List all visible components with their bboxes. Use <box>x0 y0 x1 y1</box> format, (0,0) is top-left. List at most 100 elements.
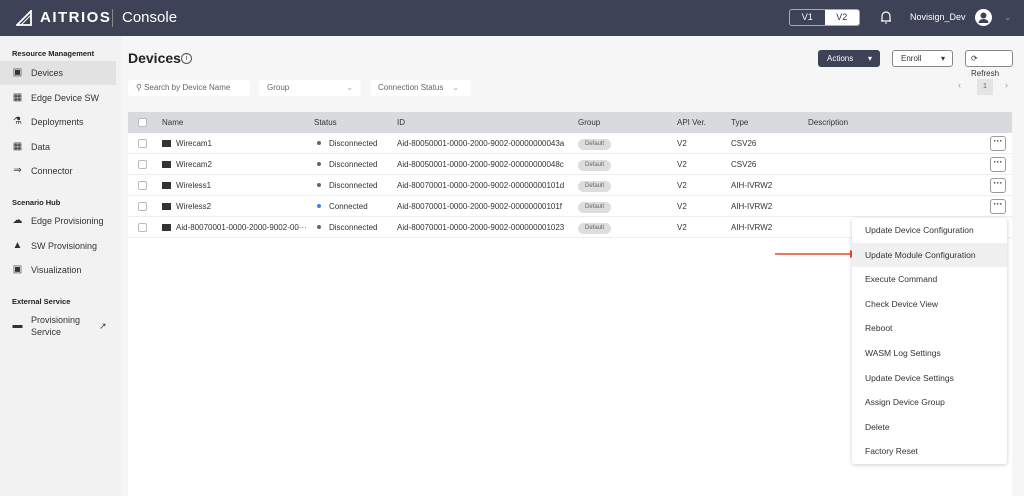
status-dot-icon <box>317 204 321 208</box>
sidebar-item-provisioning-service[interactable]: ▬ Provisioning Service ↗ <box>0 311 116 341</box>
device-group: Default <box>578 196 612 217</box>
search-icon: ⚲ <box>136 83 142 92</box>
version-toggle[interactable]: V1 V2 <box>789 9 860 26</box>
device-name[interactable]: Aid-80070001-0000-2000-9002-00··· <box>162 217 307 238</box>
sidebar-item-label: Edge Provisioning <box>31 216 104 226</box>
more-options-button[interactable]: ··· <box>990 178 1006 193</box>
table-row[interactable]: Wireless1 Disconnected Aid-80070001-0000… <box>128 175 1012 196</box>
col-api-ver[interactable]: API Ver. <box>677 112 706 133</box>
caret-down-icon: ▾ <box>867 54 872 63</box>
device-api-ver: V2 <box>677 223 687 232</box>
more-options-button[interactable]: ··· <box>990 136 1006 151</box>
device-icon <box>162 182 171 189</box>
device-api-ver: V2 <box>677 139 687 148</box>
avatar-icon[interactable] <box>975 9 992 26</box>
prev-page-button[interactable]: ‹ <box>958 80 961 90</box>
actions-button[interactable]: Actions ▾ <box>818 50 880 67</box>
sidebar-item-sw-provisioning[interactable]: ▲ SW Provisioning <box>0 234 116 258</box>
device-status: Disconnected <box>317 217 377 238</box>
col-name[interactable]: Name <box>162 112 183 133</box>
menu-item-assign-device-group[interactable]: Assign Device Group <box>852 390 1007 415</box>
enroll-button[interactable]: Enroll ▾ <box>892 50 953 67</box>
select-all-checkbox[interactable] <box>138 118 147 127</box>
menu-item-wasm-log-settings[interactable]: WASM Log Settings <box>852 341 1007 366</box>
group-badge: Default <box>578 160 612 171</box>
group-badge: Default <box>578 223 612 234</box>
row-checkbox[interactable] <box>138 139 147 148</box>
search-input[interactable]: ⚲ Search by Device Name <box>128 80 250 96</box>
page-number[interactable]: 1 <box>977 79 993 95</box>
user-name[interactable]: Novisign_Dev <box>910 12 966 22</box>
menu-item-factory-reset[interactable]: Factory Reset <box>852 439 1007 464</box>
version-v2[interactable]: V2 <box>824 10 859 25</box>
device-name[interactable]: Wireless1 <box>162 175 211 196</box>
col-description[interactable]: Description <box>808 112 848 133</box>
hierarchy-icon: ⚗ <box>13 116 22 127</box>
sidebar-item-data[interactable]: ▦ Data <box>0 135 116 159</box>
device-type: AIH-IVRW2 <box>731 181 773 190</box>
device-icon <box>162 224 171 231</box>
row-checkbox[interactable] <box>138 223 147 232</box>
sidebar-item-label: Devices <box>31 68 64 78</box>
device-name[interactable]: Wireless2 <box>162 196 211 217</box>
sidebar-item-devices[interactable]: ▣ Devices <box>0 61 116 85</box>
connection-status-filter[interactable]: Connection Status ⌄ <box>370 80 471 96</box>
sidebar-item-label: SW Provisioning <box>31 241 98 251</box>
sidebar-item-label: Data <box>31 142 51 152</box>
table-row[interactable]: Wireless2 Connected Aid-80070001-0000-20… <box>128 196 1012 217</box>
group-filter[interactable]: Group ⌄ <box>259 80 361 96</box>
next-page-button[interactable]: › <box>1005 80 1008 90</box>
status-dot-icon <box>317 141 321 145</box>
sidebar-item-label: Connector <box>31 166 73 176</box>
col-id[interactable]: ID <box>397 112 405 133</box>
more-options-button[interactable]: ··· <box>990 157 1006 172</box>
sidebar-item-edge-provisioning[interactable]: ☁ Edge Provisioning <box>0 209 116 233</box>
sidebar-item-label: Deployments <box>31 117 84 127</box>
device-id: Aid-80050001-0000-2000-9002-00000000043a <box>397 139 565 148</box>
device-name[interactable]: Wirecam1 <box>162 133 212 154</box>
col-type[interactable]: Type <box>731 112 748 133</box>
sidebar-item-connector[interactable]: ⇒ Connector <box>0 159 116 183</box>
more-options-button[interactable]: ··· <box>990 199 1006 214</box>
table-row[interactable]: Wirecam2 Disconnected Aid-80050001-0000-… <box>128 154 1012 175</box>
sidebar: Resource Management ▣ Devices ▦ Edge Devic… <box>0 36 122 496</box>
col-group[interactable]: Group <box>578 112 600 133</box>
visualization-icon: ▣ <box>12 264 23 275</box>
version-v1[interactable]: V1 <box>790 10 825 25</box>
refresh-button[interactable]: ⟳ Refresh <box>965 50 1013 78</box>
chevron-down-icon[interactable]: ⌄ <box>1004 12 1012 23</box>
device-icon <box>162 140 171 147</box>
menu-item-check-device-view[interactable]: Check Device View <box>852 292 1007 317</box>
sidebar-item-edge-device-sw[interactable]: ▦ Edge Device SW <box>0 86 116 110</box>
divider <box>112 9 113 27</box>
menu-item-delete[interactable]: Delete <box>852 415 1007 440</box>
info-icon[interactable]: i <box>181 53 192 64</box>
device-id: Aid-80070001-0000-2000-9002-00000000101f <box>397 202 563 211</box>
brand-name: AITRIOS <box>40 9 112 26</box>
menu-item-update-module-configuration[interactable]: Update Module Configuration <box>852 242 1007 268</box>
refresh-icon: ⟳ <box>971 54 978 63</box>
aitrios-logo-icon <box>16 9 32 26</box>
table-row[interactable]: Wirecam1 Disconnected Aid-80050001-0000-… <box>128 133 1012 154</box>
bell-icon[interactable] <box>880 10 892 25</box>
sidebar-item-visualization[interactable]: ▣ Visualization <box>0 258 116 282</box>
table-header: Name Status ID Group API Ver. Type Descr… <box>128 112 1012 133</box>
sidebar-item-label: Edge Device SW <box>31 93 100 103</box>
sidebar-item-deployments[interactable]: ⚗ Deployments <box>0 110 116 134</box>
device-id: Aid-80070001-0000-2000-9002-000000001023 <box>397 223 565 232</box>
device-type: CSV26 <box>731 139 757 148</box>
app-name: Console <box>122 9 178 26</box>
device-api-ver: V2 <box>677 160 687 169</box>
menu-item-execute-command[interactable]: Execute Command <box>852 267 1007 292</box>
menu-item-update-device-configuration[interactable]: Update Device Configuration <box>852 218 1007 243</box>
menu-item-update-device-settings[interactable]: Update Device Settings <box>852 366 1007 391</box>
data-grid-icon: ▦ <box>12 141 23 152</box>
col-status[interactable]: Status <box>314 112 337 133</box>
row-checkbox[interactable] <box>138 160 147 169</box>
row-checkbox[interactable] <box>138 181 147 190</box>
logo[interactable]: AITRIOS <box>16 9 111 26</box>
device-group: Default <box>578 154 612 175</box>
menu-item-reboot[interactable]: Reboot <box>852 316 1007 341</box>
device-name[interactable]: Wirecam2 <box>162 154 212 175</box>
row-checkbox[interactable] <box>138 202 147 211</box>
